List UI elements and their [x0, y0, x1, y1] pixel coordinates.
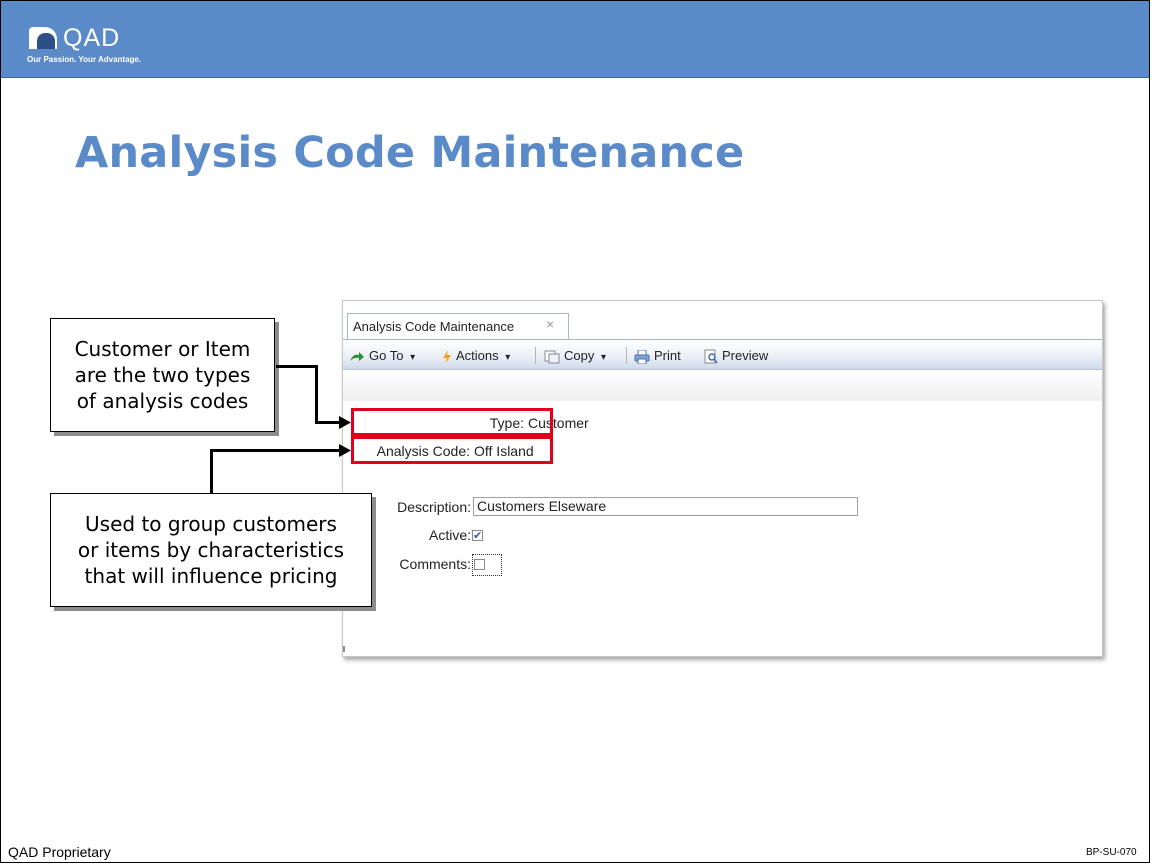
callout-line: that will influence pricing [84, 564, 338, 588]
form-header-band [343, 371, 1102, 401]
arrow-head-icon [339, 416, 351, 429]
comments-checkbox[interactable] [474, 559, 485, 570]
goto-button[interactable]: Go To ▾ [349, 348, 415, 363]
preview-label: Preview [722, 348, 769, 363]
print-label: Print [654, 348, 681, 363]
callout-line: Customer or Item [74, 337, 251, 361]
tab-underline [343, 339, 1102, 340]
arrow-right-icon [350, 351, 364, 361]
arrow-head-icon [339, 444, 351, 457]
window-edge-mark [343, 646, 345, 652]
active-checkbox[interactable]: ✔ [472, 530, 483, 541]
toolbar-separator [626, 347, 627, 364]
logo-text: QAD [63, 24, 121, 52]
slide-title: Analysis Code Maintenance [75, 128, 745, 178]
printer-icon [634, 349, 650, 364]
connector-line [210, 451, 213, 494]
callout-line: of analysis codes [76, 389, 249, 413]
active-label: Active: [428, 527, 471, 543]
toolbar: Go To ▾ Actions ▾ Copy ▾ Print Preview [343, 341, 1102, 370]
header-banner: QAD Our Passion. Your Advantage. [1, 1, 1149, 78]
preview-button[interactable]: Preview [704, 348, 768, 364]
footer-slide-code: BP-SU-070 [1086, 847, 1137, 858]
copy-button[interactable]: Copy ▾ [544, 348, 606, 364]
toolbar-separator [535, 347, 536, 364]
logo-tagline: Our Passion. Your Advantage. [27, 55, 142, 64]
callout-grouping-purpose: Used to group customers or items by char… [50, 493, 372, 607]
tab-label: Analysis Code Maintenance [353, 319, 515, 334]
callout-line: Used to group customers [85, 512, 337, 536]
tab-analysis-code-maintenance[interactable]: Analysis Code Maintenance × [347, 313, 569, 340]
type-highlight-box [351, 408, 553, 436]
qad-logo-icon [29, 27, 57, 49]
chevron-down-icon: ▾ [505, 352, 511, 363]
callout-analysis-types: Customer or Item are the two types of an… [50, 318, 275, 432]
callout-line: are the two types [74, 363, 251, 387]
comments-label: Comments: [399, 556, 471, 572]
chevron-down-icon: ▾ [410, 352, 416, 363]
description-input[interactable]: Customers Elseware [473, 497, 858, 516]
lightning-icon [443, 349, 451, 364]
chevron-down-icon: ▾ [600, 352, 607, 363]
print-button[interactable]: Print [634, 348, 681, 364]
copy-label: Copy [564, 348, 595, 363]
goto-label: Go To [369, 348, 404, 363]
preview-icon [704, 349, 718, 364]
connector-line [315, 365, 318, 424]
copy-icon [544, 350, 560, 364]
app-window-screenshot: Analysis Code Maintenance × Go To ▾ Acti… [342, 300, 1103, 657]
actions-button[interactable]: Actions ▾ [442, 348, 510, 364]
connector-line [276, 365, 318, 368]
connector-line [210, 449, 342, 452]
description-label: Description: [397, 499, 471, 515]
close-icon[interactable]: × [546, 316, 554, 332]
callout-line: or items by characteristics [77, 538, 345, 562]
actions-label: Actions [456, 348, 499, 363]
analysis-code-highlight-box [351, 436, 553, 464]
footer-proprietary: QAD Proprietary [8, 844, 111, 860]
